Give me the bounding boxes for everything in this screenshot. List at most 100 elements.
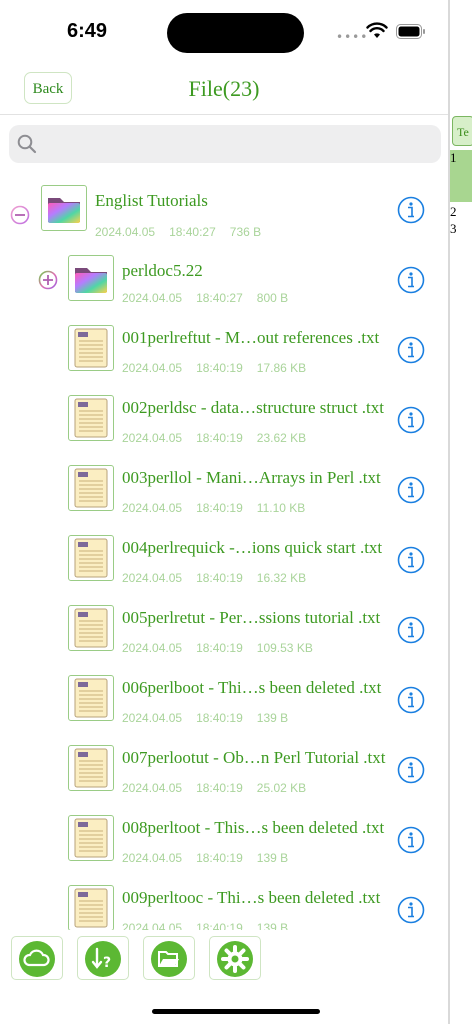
battery-icon xyxy=(396,24,425,39)
home-indicator[interactable] xyxy=(152,1009,320,1014)
page-title: File(23) xyxy=(188,76,260,101)
file-name: 006perlboot - Thi…s been deleted .txt xyxy=(122,678,382,697)
list-item-file[interactable]: 006perlboot - Thi…s been deleted .txt 20… xyxy=(0,665,448,735)
folder-thumbnail xyxy=(68,255,114,301)
search-input[interactable] xyxy=(47,125,431,165)
settings-button[interactable] xyxy=(209,936,261,980)
file-name: 007perlootut - Ob…n Perl Tutorial .txt xyxy=(122,748,386,767)
file-time: 18:40:19 xyxy=(196,641,243,655)
list-item-file[interactable]: 008perltoot - This…s been deleted .txt 2… xyxy=(0,805,448,875)
file-date: 2024.04.05 xyxy=(122,501,183,515)
folder-time: 18:40:27 xyxy=(169,225,216,239)
txt-document-icon xyxy=(74,608,108,648)
folder-icon xyxy=(75,268,107,293)
file-date: 2024.04.05 xyxy=(122,361,183,375)
svg-text:?: ? xyxy=(103,955,111,971)
info-icon[interactable] xyxy=(397,406,425,434)
info-icon[interactable] xyxy=(397,336,425,364)
txt-file-thumbnail xyxy=(68,745,114,791)
cloud-icon xyxy=(19,941,55,977)
txt-document-icon xyxy=(74,398,108,438)
list-item-file[interactable]: 007perlootut - Ob…n Perl Tutorial .txt 2… xyxy=(0,735,448,805)
info-icon[interactable] xyxy=(397,826,425,854)
txt-document-icon xyxy=(74,678,108,718)
file-meta: 2024.04.05 18:40:19 16.32 KB xyxy=(122,571,320,585)
file-date: 2024.04.05 xyxy=(122,641,183,655)
download-question-icon: ? xyxy=(85,941,121,977)
file-meta: 2024.04.05 18:40:19 23.62 KB xyxy=(122,431,320,445)
txt-file-thumbnail xyxy=(68,675,114,721)
expand-plus-icon[interactable] xyxy=(38,270,58,290)
file-date: 2024.04.05 xyxy=(122,431,183,445)
side-panel-number: 1 xyxy=(450,150,457,165)
navigation-bar: Back File(23) xyxy=(0,64,448,115)
open-folder-button[interactable] xyxy=(143,936,195,980)
folder-date: 2024.04.05 xyxy=(122,291,183,305)
txt-document-icon xyxy=(74,748,108,788)
open-folder-icon xyxy=(151,941,187,977)
side-panel-edge: Te 1 2 3 xyxy=(448,0,472,1024)
info-icon[interactable] xyxy=(397,476,425,504)
file-time: 18:40:19 xyxy=(196,851,243,865)
info-icon[interactable] xyxy=(397,756,425,784)
txt-file-thumbnail xyxy=(68,395,114,441)
folder-time: 18:40:27 xyxy=(196,291,243,305)
file-name: 005perlretut - Per…ssions tutorial .txt xyxy=(122,608,381,627)
folder-size: 800 B xyxy=(256,291,289,305)
file-meta: 2024.04.05 18:40:19 109.53 KB xyxy=(122,641,327,655)
file-list[interactable]: Englist Tutorials 2024.04.05 18:40:27 736 … xyxy=(0,170,448,930)
download-button[interactable]: ? xyxy=(77,936,129,980)
file-date: 2024.04.05 xyxy=(122,571,183,585)
info-icon[interactable] xyxy=(397,196,425,224)
info-icon[interactable] xyxy=(397,896,425,924)
wifi-icon xyxy=(366,22,388,38)
file-meta: 2024.04.05 18:40:19 17.86 KB xyxy=(122,361,320,375)
folder-date: 2024.04.05 xyxy=(95,225,156,239)
file-date: 2024.04.05 xyxy=(122,711,183,725)
side-panel-number: 3 xyxy=(450,221,457,236)
folder-thumbnail xyxy=(41,185,87,231)
info-icon[interactable] xyxy=(397,266,425,294)
list-item-file[interactable]: 003perllol - Mani…Arrays in Perl .txt 20… xyxy=(0,455,448,525)
txt-file-thumbnail xyxy=(68,535,114,581)
txt-document-icon xyxy=(74,328,108,368)
cloud-button[interactable] xyxy=(11,936,63,980)
collapse-minus-icon[interactable] xyxy=(10,205,30,225)
txt-document-icon xyxy=(74,468,108,508)
list-item-file[interactable]: 001perlreftut - M…out references .txt 20… xyxy=(0,315,448,385)
list-item-file[interactable]: 002perldsc - data…structure struct .txt … xyxy=(0,385,448,455)
file-meta: 2024.04.05 18:40:19 139 B xyxy=(122,921,302,930)
file-time: 18:40:19 xyxy=(196,711,243,725)
list-item-file[interactable]: 005perlretut - Per…ssions tutorial .txt … xyxy=(0,595,448,665)
txt-file-thumbnail xyxy=(68,605,114,651)
file-meta: 2024.04.05 18:40:19 11.10 KB xyxy=(122,501,319,515)
info-icon[interactable] xyxy=(397,546,425,574)
file-time: 18:40:19 xyxy=(196,571,243,585)
file-time: 18:40:19 xyxy=(196,781,243,795)
txt-file-thumbnail xyxy=(68,325,114,371)
search-icon xyxy=(17,134,37,154)
folder-name: perldoc5.22 xyxy=(122,261,203,280)
file-time: 18:40:19 xyxy=(196,921,243,930)
file-date: 2024.04.05 xyxy=(122,851,183,865)
file-size: 139 B xyxy=(256,921,289,930)
list-item-subfolder[interactable]: perldoc5.22 2024.04.05 18:40:27 800 B xyxy=(0,245,448,315)
file-meta: 2024.04.05 18:40:19 139 B xyxy=(122,711,302,725)
file-name: 003perllol - Mani…Arrays in Perl .txt xyxy=(122,468,381,487)
info-icon[interactable] xyxy=(397,686,425,714)
folder-name: Englist Tutorials xyxy=(95,191,208,210)
list-item-file[interactable]: 009perltooc - Thi…s been deleted .txt 20… xyxy=(0,875,448,930)
txt-document-icon xyxy=(74,538,108,578)
side-panel-tab[interactable]: Te xyxy=(452,116,472,146)
file-size: 11.10 KB xyxy=(256,501,306,515)
info-icon[interactable] xyxy=(397,616,425,644)
signal-dots-icon: •••• xyxy=(336,30,369,44)
file-time: 18:40:19 xyxy=(196,431,243,445)
settings-gear-icon xyxy=(217,941,253,977)
file-size: 16.32 KB xyxy=(256,571,307,585)
search-bar[interactable] xyxy=(9,125,441,165)
txt-file-thumbnail xyxy=(68,465,114,511)
list-item-file[interactable]: 004perlrequick -…ions quick start .txt 2… xyxy=(0,525,448,595)
list-item-root-folder[interactable]: Englist Tutorials 2024.04.05 18:40:27 736 … xyxy=(0,175,448,245)
txt-file-thumbnail xyxy=(68,885,114,930)
